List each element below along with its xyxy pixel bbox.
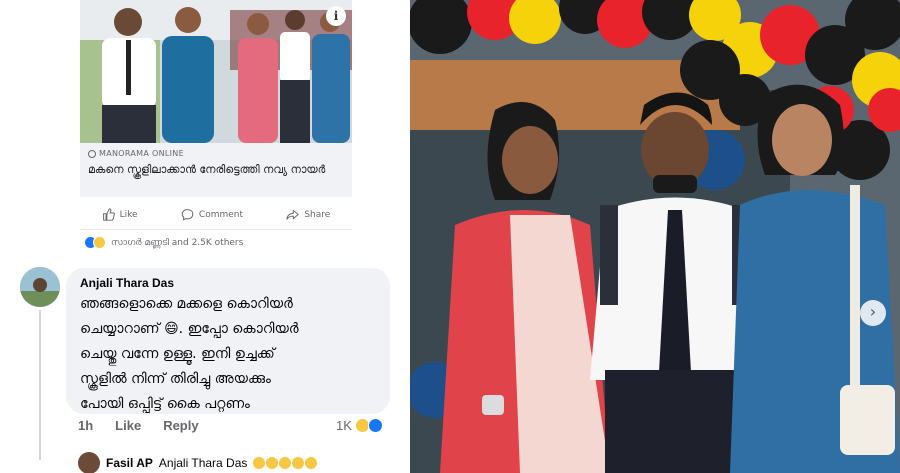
info-icon[interactable]: i <box>326 6 346 26</box>
laughing-emoji-icons <box>253 457 318 469</box>
comment-button[interactable]: Comment <box>181 208 243 221</box>
comment-meta: 1h Like Reply <box>78 418 199 433</box>
haha-reaction-icon <box>93 236 106 249</box>
comment-reaction-count[interactable]: 1K <box>336 418 383 433</box>
comment-bubble: Anjali Thara Das ഞങ്ങളൊക്കെ മക്കളെ കൊറിയ… <box>66 268 390 414</box>
reply-author[interactable]: Fasil AP <box>106 456 153 470</box>
comment-reaction-number: 1K <box>336 418 352 433</box>
globe-icon <box>88 149 96 158</box>
comment-time[interactable]: 1h <box>78 418 93 433</box>
post-action-bar: Like Comment Share <box>80 200 352 230</box>
link-source-text: MANORAMA ONLINE <box>99 149 184 158</box>
comment-like-button[interactable]: Like <box>115 418 141 433</box>
comment-author[interactable]: Anjali Thara Das <box>80 276 376 290</box>
reactions-summary[interactable]: സാഗർ മണ്ണടി and 2.5K others <box>84 236 243 249</box>
like-button[interactable]: Like <box>102 208 138 221</box>
share-arrow-icon <box>286 209 300 220</box>
comment-label: Comment <box>198 209 244 220</box>
laughing-emoji-icon <box>305 457 318 469</box>
laughing-emoji-icon <box>279 457 292 469</box>
comment-text: ഞങ്ങളൊക്കെ മക്കളെ കൊറിയർ ചെയ്യാറാണ് 😄. ഇ… <box>80 296 299 412</box>
share-label: Share <box>304 209 331 220</box>
laughing-emoji-icon <box>253 457 266 469</box>
link-title: മകനെ സ്കൂളിലാക്കാൻ നേരിട്ടെത്തി നവ്യ നായ… <box>88 163 326 176</box>
chevron-right-icon[interactable]: › <box>860 300 886 326</box>
reply-item: Fasil AP Anjali Thara Das <box>78 452 318 473</box>
like-label: Like <box>119 209 138 220</box>
commenter-avatar[interactable] <box>20 267 60 307</box>
share-button[interactable]: Share <box>286 208 330 221</box>
thumbs-up-icon <box>102 208 115 221</box>
like-reaction-icon <box>367 418 383 433</box>
reactions-text: സാഗർ മണ്ണടി and 2.5K others <box>111 237 244 248</box>
link-preview[interactable]: MANORAMA ONLINE മകനെ സ്കൂളിലാക്കാൻ നേരിട… <box>80 143 352 197</box>
reply-mention[interactable]: Anjali Thara Das <box>159 456 248 470</box>
facebook-post-screenshot: i MANORAMA ONLINE മകനെ സ്കൂളിലാക്കാൻ നേര… <box>0 0 408 473</box>
laughing-emoji-icon <box>266 457 279 469</box>
comment-reply-button[interactable]: Reply <box>163 418 198 433</box>
reply-avatar[interactable] <box>78 452 100 473</box>
family-photo[interactable]: › <box>410 0 900 473</box>
post-photo[interactable]: i <box>80 0 352 143</box>
thread-line <box>39 310 41 460</box>
reaction-icons <box>84 236 106 249</box>
link-source: MANORAMA ONLINE <box>88 149 344 158</box>
laughing-emoji-icon <box>292 457 305 469</box>
speech-bubble-icon <box>181 209 194 221</box>
